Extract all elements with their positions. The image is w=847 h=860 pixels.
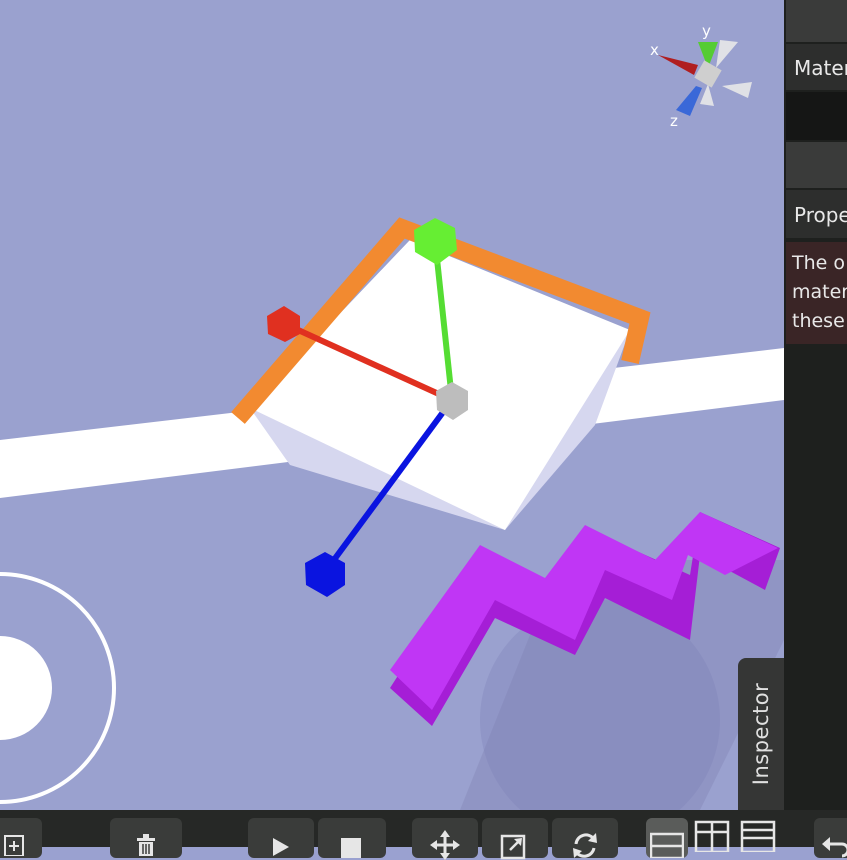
properties-section-header[interactable]: Prope <box>786 190 847 238</box>
warning-message: The o mater these <box>786 242 847 344</box>
scale-icon <box>500 834 526 860</box>
rotate-icon <box>573 833 597 858</box>
joystick-icon[interactable] <box>0 572 116 804</box>
move-arrows-icon <box>430 830 460 860</box>
panel-header-strip[interactable] <box>786 0 847 42</box>
stop-button[interactable] <box>318 818 386 858</box>
z-handle-cube[interactable] <box>305 552 345 597</box>
undo-button[interactable] <box>814 818 847 858</box>
axis-y-label: y <box>702 22 711 40</box>
rotate-tool-button[interactable] <box>552 818 618 858</box>
layout-grid-button[interactable] <box>736 818 780 858</box>
layout-split-button[interactable] <box>692 818 732 858</box>
inspector-tab-label: Inspector <box>749 682 773 786</box>
delete-button[interactable] <box>110 818 182 858</box>
axis-z-label: z <box>670 112 678 130</box>
play-button[interactable] <box>248 818 314 858</box>
bottom-toolbar <box>0 810 847 860</box>
scene-canvas[interactable]: x y z <box>0 0 784 810</box>
inspector-tab[interactable]: Inspector <box>738 658 784 810</box>
warning-line-1: The o <box>792 252 846 274</box>
move-tool-button[interactable] <box>412 818 478 860</box>
x-axis-cone[interactable] <box>658 55 698 75</box>
properties-section-label: Prope <box>794 203 847 227</box>
layout-single-button[interactable] <box>646 818 688 858</box>
trash-icon <box>137 834 155 856</box>
material-section-label: Mater <box>794 56 847 80</box>
scale-tool-button[interactable] <box>482 818 548 860</box>
play-icon <box>273 838 289 856</box>
orientation-gizmo[interactable]: x y z <box>650 22 752 130</box>
x-handle-cube[interactable] <box>267 306 300 342</box>
z-axis-cone[interactable] <box>676 86 702 116</box>
add-object-button[interactable] <box>0 818 42 858</box>
stop-icon <box>341 838 361 858</box>
scene-viewport[interactable]: x y z <box>0 0 784 810</box>
material-section-header[interactable]: Mater <box>786 44 847 90</box>
add-box-icon <box>4 835 24 856</box>
undo-icon <box>822 837 847 858</box>
material-slot[interactable] <box>786 92 847 140</box>
warning-line-2: mater <box>792 281 847 303</box>
layout-single-icon <box>650 832 684 858</box>
panel-divider-strip[interactable] <box>786 142 847 188</box>
warning-line-3: these <box>792 310 845 332</box>
inspector-panel[interactable]: Mater Prope The o mater these <box>784 0 847 810</box>
axis-x-label: x <box>650 41 659 59</box>
